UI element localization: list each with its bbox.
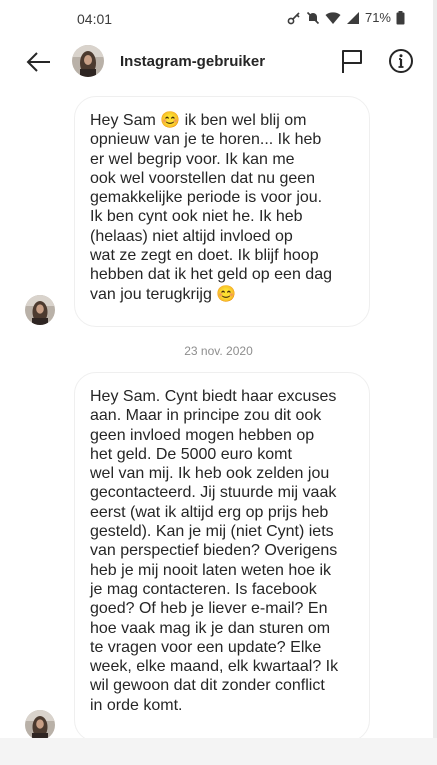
wifi-icon [325,11,341,25]
avatar[interactable] [72,45,104,77]
composer-area [0,738,437,765]
dm-thread-screen: 04:01 71% Instagram-gebruiker Hey Sam 😊 … [0,0,437,765]
thread-header: Instagram-gebruiker [0,38,437,86]
avatar[interactable] [25,295,55,325]
message-bubble[interactable]: Hey Sam. Cynt biedt haar excuses aan. Ma… [74,372,370,742]
back-arrow-icon[interactable] [26,50,52,74]
signal-icon [346,11,360,25]
avatar[interactable] [25,710,55,740]
date-separator: 23 nov. 2020 [184,344,253,358]
status-icons: 71% [287,10,405,25]
status-time: 04:01 [77,11,113,27]
battery-percent: 71% [364,10,391,25]
mute-icon [306,11,320,25]
info-icon[interactable] [388,48,414,74]
status-bar: 04:01 71% [0,0,437,38]
message-bubble[interactable]: Hey Sam 😊 ik ben wel blij om opnieuw van… [74,96,370,327]
key-icon [287,11,301,25]
page-title[interactable]: Instagram-gebruiker [120,53,265,70]
battery-icon [396,10,405,25]
flag-icon[interactable] [340,48,364,74]
scrollbar-track [433,0,437,765]
